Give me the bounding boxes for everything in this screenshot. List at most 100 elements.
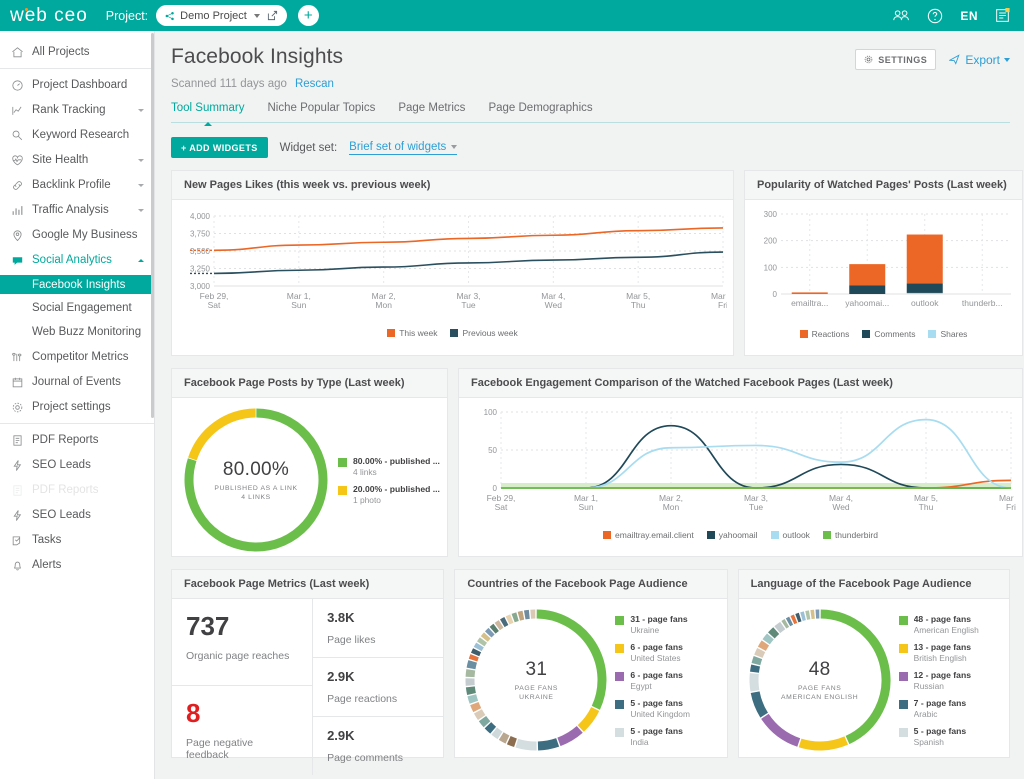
legend-item[interactable]: 20.00% - published ... 1 photo <box>338 484 440 505</box>
legend-item[interactable]: 5 - page fans United Kingdom <box>615 698 690 719</box>
settings-button[interactable]: SETTINGS <box>855 49 937 70</box>
donut-chart-countries <box>465 609 607 751</box>
project-selector[interactable]: Demo Project <box>156 5 287 26</box>
legend-sublabel: 4 links <box>353 466 377 477</box>
sidebar-item-competitor-metrics[interactable]: Competitor Metrics <box>0 347 154 367</box>
widget-title: Language of the Facebook Page Audience <box>738 570 1009 599</box>
sidebar-item-rank-tracking[interactable]: Rank Tracking <box>0 100 154 120</box>
legend-item[interactable]: This week <box>387 328 437 338</box>
sidebar-item-google-my-business[interactable]: Google My Business <box>0 225 154 245</box>
bolt-icon <box>10 508 24 522</box>
sidebar-item-tasks[interactable]: Tasks <box>0 530 154 550</box>
app-logo[interactable]: web ceo <box>10 5 88 27</box>
add-project-button[interactable]: + <box>297 5 319 26</box>
svg-text:Thu: Thu <box>631 300 646 310</box>
sidebar-item-label: Google My Business <box>32 229 138 241</box>
chart-legend: emailtray.email.client yahoomail outlook th… <box>467 530 1014 540</box>
sidebar-item-label: All Projects <box>32 46 90 58</box>
add-widgets-button[interactable]: + ADD WIDGETS <box>171 137 268 158</box>
sidebar-item-project-settings[interactable]: Project settings <box>0 397 154 417</box>
sidebar-item-alerts[interactable]: Alerts <box>0 555 154 575</box>
list-menu-icon[interactable] <box>995 8 1010 23</box>
legend-swatch <box>822 531 831 539</box>
legend-item[interactable]: Reactions <box>799 329 850 339</box>
sidebar-subitem-web-buzz-monitoring[interactable]: Web Buzz Monitoring <box>0 322 154 342</box>
sidebar-item-label: PDF Reports <box>32 484 99 496</box>
legend-label: Reactions <box>811 329 850 339</box>
sidebar-item-social-analytics[interactable]: Social Analytics <box>0 250 154 270</box>
line-chart-engagement: 050100Feb 29,SatMar 1,SunMar 2,MonMar 3,… <box>484 408 1023 512</box>
tab-page-demographics[interactable]: Page Demographics <box>488 102 592 122</box>
legend-item[interactable]: 13 - page fans British English <box>898 642 979 663</box>
sidebar-item-traffic-analysis[interactable]: Traffic Analysis <box>0 200 154 220</box>
widget-title: Facebook Page Metrics (Last week) <box>172 570 444 599</box>
sidebar-item-keyword-research[interactable]: Keyword Research <box>0 125 154 145</box>
legend-item[interactable]: yahoomail <box>706 530 758 540</box>
sidebar-item-pdf-reports[interactable]: PDF Reports <box>0 430 154 450</box>
legend-item[interactable]: thunderbird <box>822 530 878 540</box>
legend-swatch <box>898 615 908 625</box>
metric-cell: 3.8K Page likes <box>313 599 443 657</box>
legend-item[interactable]: 80.00% - published ... 4 links <box>338 456 440 477</box>
sidebar-item-project-dashboard[interactable]: Project Dashboard <box>0 75 154 95</box>
sidebar-subitem-label: Facebook Insights <box>32 278 126 291</box>
sidebar-item-backlink-profile[interactable]: Backlink Profile <box>0 175 154 195</box>
svg-text:Wed: Wed <box>832 502 850 512</box>
widget-title: Facebook Engagement Comparison of the Wa… <box>459 369 1022 398</box>
legend-sublabel: Russian <box>913 680 944 691</box>
legend-item[interactable]: 5 - page fans Spanish <box>898 726 979 747</box>
sidebar-divider <box>0 68 154 69</box>
legend-swatch <box>338 457 347 467</box>
users-icon[interactable] <box>893 8 910 23</box>
metric-cell: 2.9K Page reactions <box>313 657 444 716</box>
sidebar-item-label: SEO Leads <box>32 509 91 521</box>
sidebar-item-label: Site Health <box>32 154 89 166</box>
tab-tool-summary[interactable]: Tool Summary <box>171 102 245 126</box>
legend-swatch <box>615 699 625 709</box>
logo-text: web ceo <box>10 4 88 26</box>
sidebar-item-journal-of-events[interactable]: Journal of Events <box>0 372 154 392</box>
legend-item[interactable]: emailtray.email.client <box>603 530 694 540</box>
tab-niche-popular-topics[interactable]: Niche Popular Topics <box>268 102 376 122</box>
sidebar-item-pdf-reports[interactable]: PDF Reports <box>0 480 154 500</box>
legend-item[interactable]: 12 - page fans Russian <box>898 670 979 691</box>
svg-text:50: 50 <box>488 446 497 455</box>
svg-text:0: 0 <box>773 290 778 299</box>
help-circle-icon[interactable] <box>927 8 943 24</box>
svg-text:3,500: 3,500 <box>190 247 211 256</box>
sidebar-after-group: Competitor Metrics Journal of Events Proje… <box>0 347 154 417</box>
sidebar-item-seo-leads[interactable]: SEO Leads <box>0 455 154 475</box>
sidebar-item-seo-leads[interactable]: SEO Leads <box>0 505 154 525</box>
legend-item[interactable]: 48 - page fans American English <box>898 614 979 635</box>
widget-set-dropdown[interactable]: Brief set of widgets <box>349 141 458 155</box>
legend-item[interactable]: Comments <box>862 329 915 339</box>
sidebar-subitem-social-engagement[interactable]: Social Engagement <box>0 298 154 318</box>
metric-label: Page comments <box>327 752 403 764</box>
chevron-down-icon <box>138 208 144 212</box>
project-name: Demo Project <box>180 9 247 22</box>
legend-item[interactable]: 5 - page fans India <box>615 726 690 747</box>
legend-item[interactable]: 6 - page fans Egypt <box>615 670 690 691</box>
legend-swatch <box>706 531 715 539</box>
svg-text:Mon: Mon <box>375 300 392 310</box>
legend-item[interactable]: 7 - page fans Arabic <box>898 698 979 719</box>
edit-square-icon[interactable] <box>267 10 278 21</box>
rescan-link[interactable]: Rescan <box>295 78 334 90</box>
metrics-primary-column: 737 Organic page reaches 8 Page negative fe… <box>172 599 314 775</box>
legend-item[interactable]: 6 - page fans United States <box>615 642 690 663</box>
legend-item[interactable]: Previous week <box>450 328 518 338</box>
language-selector[interactable]: EN <box>960 9 978 23</box>
sidebar-subitem-facebook-insights[interactable]: Facebook Insights <box>0 275 154 294</box>
export-button[interactable]: Export <box>949 53 1010 67</box>
svg-text:Mon: Mon <box>663 502 680 512</box>
tab-page-metrics[interactable]: Page Metrics <box>398 102 465 122</box>
sidebar-item-all-projects[interactable]: All Projects <box>0 42 154 62</box>
legend-item[interactable]: Shares <box>928 329 967 339</box>
sidebar-item-site-health[interactable]: Site Health <box>0 150 154 170</box>
competitor-icon <box>10 350 24 364</box>
legend-swatch <box>928 330 937 338</box>
legend-label: 6 - page fans <box>630 641 683 652</box>
sidebar-item-label: Journal of Events <box>32 376 121 388</box>
legend-item[interactable]: 31 - page fans Ukraine <box>615 614 690 635</box>
legend-item[interactable]: outlook <box>770 530 810 540</box>
